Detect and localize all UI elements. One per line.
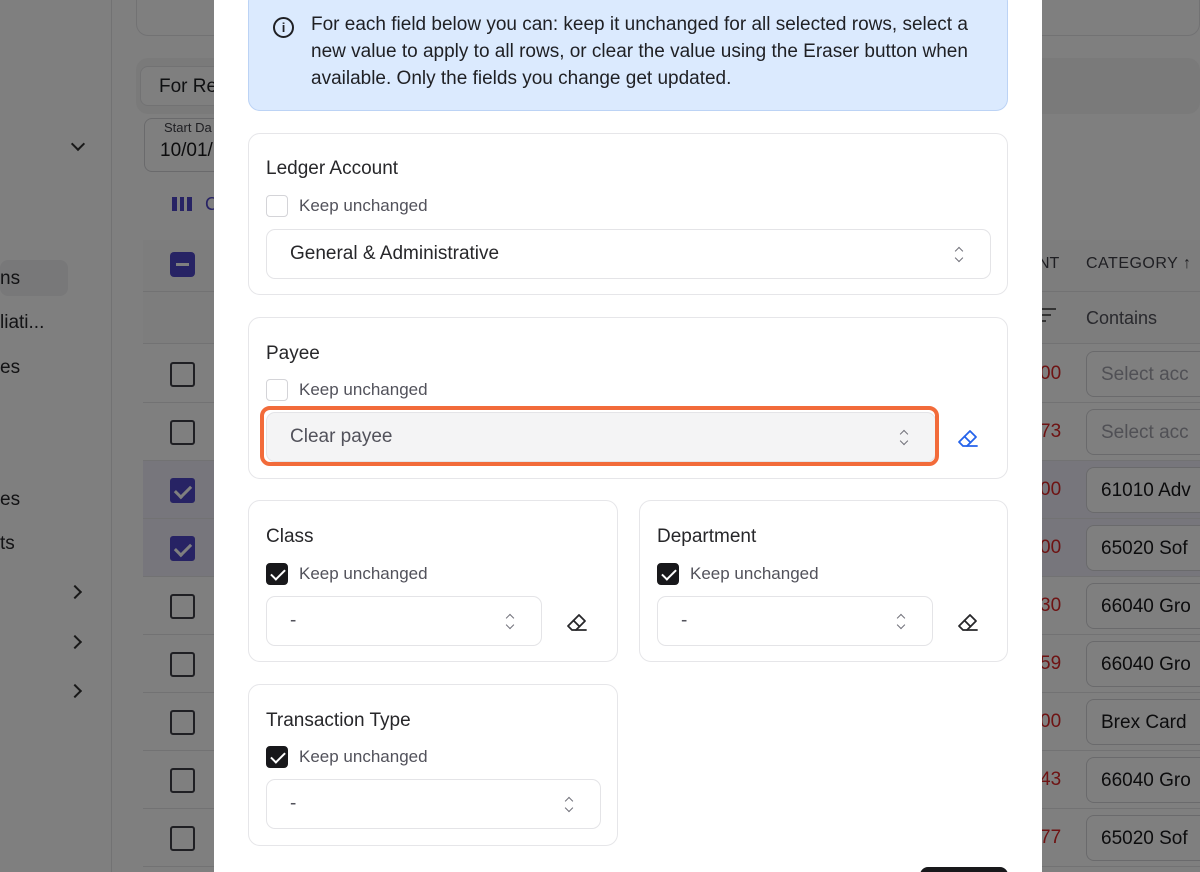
- chevron-up-down-icon: [564, 797, 574, 813]
- ledger-keep-unchanged[interactable]: Keep unchanged: [266, 195, 428, 217]
- class-select[interactable]: -: [266, 596, 542, 646]
- payee-keep-unchanged[interactable]: Keep unchanged: [266, 379, 428, 401]
- keep-unchanged-label: Keep unchanged: [299, 564, 428, 583]
- class-card: Class Keep unchanged -: [248, 500, 618, 662]
- department-value: -: [681, 610, 688, 631]
- class-keep-unchanged[interactable]: Keep unchanged: [266, 563, 428, 585]
- ledger-account-select[interactable]: General & Administrative: [266, 229, 991, 279]
- class-keep-checkbox[interactable]: [266, 563, 288, 585]
- department-keep-unchanged[interactable]: Keep unchanged: [657, 563, 819, 585]
- class-value: -: [290, 610, 297, 631]
- department-eraser-icon[interactable]: [956, 609, 980, 633]
- ledger-account-value: General & Administrative: [290, 243, 500, 264]
- ledger-keep-checkbox[interactable]: [266, 195, 288, 217]
- department-select[interactable]: -: [657, 596, 933, 646]
- payee-highlight: [260, 406, 939, 466]
- keep-unchanged-label: Keep unchanged: [299, 747, 428, 766]
- department-keep-checkbox[interactable]: [657, 563, 679, 585]
- department-card: Department Keep unchanged -: [639, 500, 1008, 662]
- class-eraser-icon[interactable]: [565, 609, 589, 633]
- keep-unchanged-label: Keep unchanged: [299, 380, 428, 399]
- keep-unchanged-label: Keep unchanged: [299, 196, 428, 215]
- payee-keep-checkbox[interactable]: [266, 379, 288, 401]
- ledger-account-card: Ledger Account Keep unchanged General & …: [248, 133, 1008, 295]
- transaction-type-title: Transaction Type: [266, 710, 411, 731]
- info-icon: i: [273, 17, 294, 38]
- info-text: For each field below you can: keep it un…: [311, 14, 968, 89]
- chevron-up-down-icon: [954, 247, 964, 263]
- transaction-type-keep-checkbox[interactable]: [266, 746, 288, 768]
- transaction-type-keep-unchanged[interactable]: Keep unchanged: [266, 746, 428, 768]
- ledger-account-title: Ledger Account: [266, 158, 399, 179]
- department-title: Department: [657, 526, 757, 547]
- transaction-type-value: -: [290, 793, 297, 814]
- class-title: Class: [266, 526, 314, 547]
- payee-eraser-icon[interactable]: [956, 425, 980, 449]
- chevron-up-down-icon: [505, 614, 515, 630]
- save-button[interactable]: [920, 867, 1008, 872]
- info-banner: i For each field below you can: keep it …: [248, 0, 1008, 111]
- payee-title: Payee: [266, 343, 320, 364]
- bulk-edit-modal: i For each field below you can: keep it …: [214, 0, 1042, 872]
- chevron-up-down-icon: [896, 614, 906, 630]
- transaction-type-card: Transaction Type Keep unchanged -: [248, 684, 618, 846]
- keep-unchanged-label: Keep unchanged: [690, 564, 819, 583]
- transaction-type-select[interactable]: -: [266, 779, 601, 829]
